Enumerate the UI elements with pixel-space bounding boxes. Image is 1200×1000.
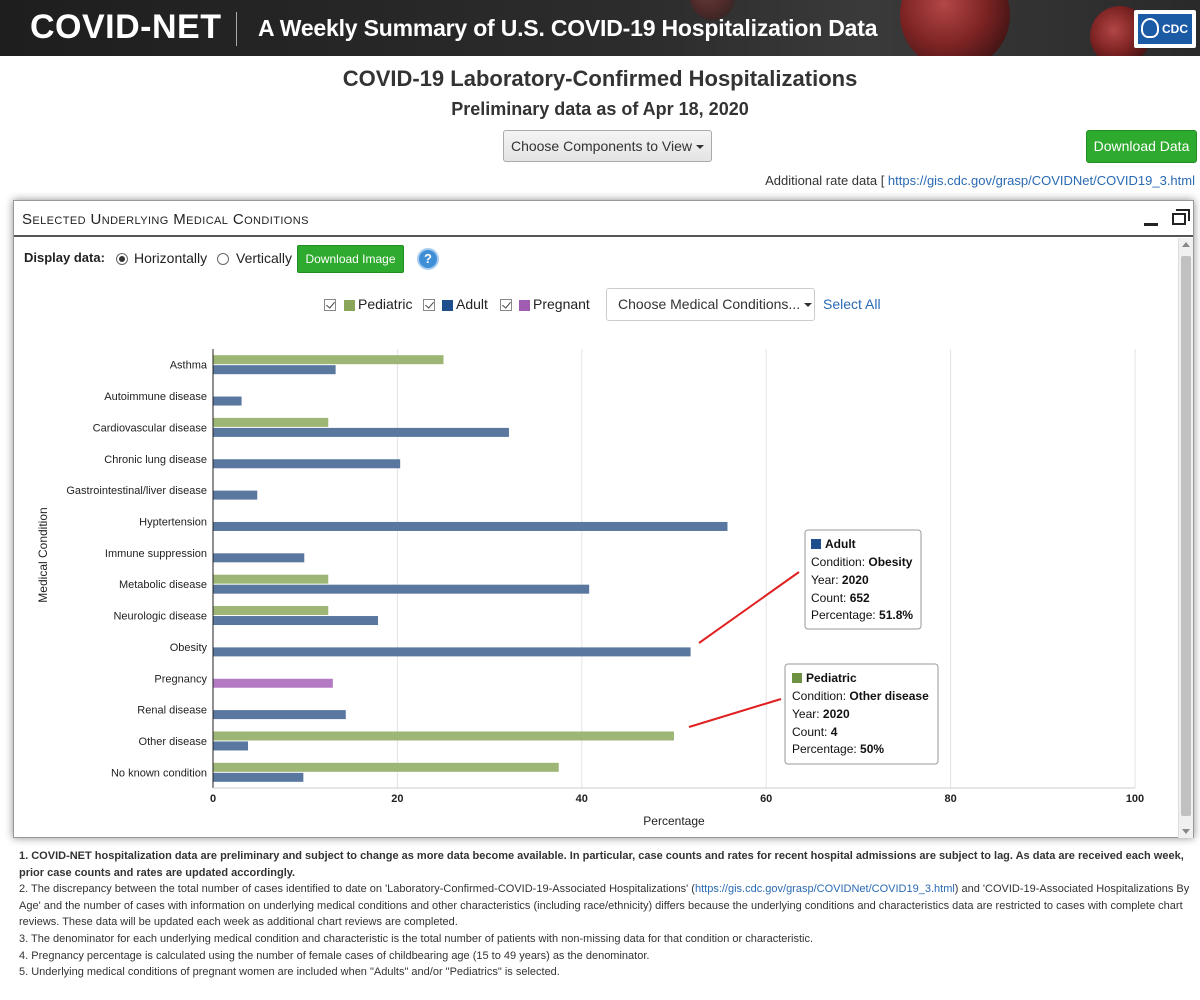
bar-adult[interactable] bbox=[213, 396, 242, 406]
bar-adult[interactable] bbox=[213, 365, 336, 375]
x-tick-labels: 0 20 40 60 80 100 bbox=[210, 793, 1144, 805]
tooltip-count: Count: 652 bbox=[811, 591, 870, 605]
footnote-2-link[interactable]: https://gis.cdc.gov/grasp/COVIDNet/COVID… bbox=[695, 883, 955, 895]
category-label: Neurologic disease bbox=[113, 611, 207, 623]
chart-bars bbox=[213, 355, 728, 782]
bar-adult[interactable] bbox=[213, 616, 379, 626]
bar-adult[interactable] bbox=[213, 427, 509, 437]
bar-pediatric[interactable] bbox=[213, 355, 444, 365]
bar-adult[interactable] bbox=[213, 647, 691, 657]
tooltip-series: Adult bbox=[825, 537, 856, 551]
tooltip-year: Year: 2020 bbox=[792, 707, 850, 721]
bar-adult[interactable] bbox=[213, 553, 305, 563]
bar-adult[interactable] bbox=[213, 772, 304, 782]
bar-pediatric[interactable] bbox=[213, 731, 674, 741]
tooltip-swatch bbox=[811, 539, 821, 549]
footnote-2-text-a: 2. The discrepancy between the total num… bbox=[19, 883, 695, 896]
bar-pregnant[interactable] bbox=[213, 678, 333, 688]
bar-adult[interactable] bbox=[213, 710, 346, 720]
category-label: Other disease bbox=[139, 736, 207, 748]
tooltip-condition: Condition: Other disease bbox=[792, 689, 929, 703]
category-label: Asthma bbox=[170, 360, 208, 372]
x-tick-label: 80 bbox=[944, 793, 956, 805]
tooltip-adult-obesity: Adult Condition: Obesity Year: 2020 Coun… bbox=[804, 529, 922, 630]
bar-adult[interactable] bbox=[213, 490, 258, 500]
bar-pediatric[interactable] bbox=[213, 417, 329, 427]
chart-gridlines bbox=[396, 349, 1136, 788]
bar-adult[interactable] bbox=[213, 741, 249, 751]
tooltip-pointer-pediatric bbox=[688, 698, 782, 728]
category-label: Hyptertension bbox=[139, 516, 207, 528]
category-label: Autoimmune disease bbox=[104, 391, 207, 403]
category-label: Obesity bbox=[170, 642, 208, 654]
tooltip-percentage: Percentage: 50% bbox=[792, 742, 884, 756]
category-label: No known condition bbox=[111, 767, 207, 779]
x-tick-label: 0 bbox=[210, 793, 216, 805]
bar-adult[interactable] bbox=[213, 521, 728, 531]
footnote-2: 2. The discrepancy between the total num… bbox=[19, 881, 1194, 931]
category-labels: Asthma Autoimmune disease Cardiovascular d… bbox=[66, 360, 208, 780]
x-tick-label: 100 bbox=[1126, 793, 1144, 805]
x-tick-label: 60 bbox=[760, 793, 772, 805]
category-label: Metabolic disease bbox=[119, 579, 207, 591]
conditions-bar-chart: Asthma Autoimmune disease Cardiovascular d… bbox=[36, 349, 1144, 828]
bar-pediatric[interactable] bbox=[213, 762, 559, 772]
y-axis-label: Medical Condition bbox=[36, 507, 50, 602]
category-label: Renal disease bbox=[137, 705, 207, 717]
footnote-1: 1. COVID-NET hospitalization data are pr… bbox=[19, 850, 1184, 879]
x-axis-label: Percentage bbox=[643, 814, 705, 828]
tooltip-pediatric-other: Pediatric Condition: Other disease Year:… bbox=[784, 663, 939, 765]
footnote-5: 5. Underlying medical conditions of preg… bbox=[19, 966, 560, 979]
footnote-4: 4. Pregnancy percentage is calculated us… bbox=[19, 949, 650, 962]
category-label: Gastrointestinal/liver disease bbox=[66, 485, 207, 497]
bar-pediatric[interactable] bbox=[213, 606, 329, 616]
category-label: Pregnancy bbox=[154, 673, 207, 685]
tooltip-count: Count: 4 bbox=[792, 725, 838, 739]
tooltip-year: Year: 2020 bbox=[811, 573, 869, 587]
x-tick-label: 20 bbox=[391, 793, 403, 805]
category-label: Cardiovascular disease bbox=[93, 422, 207, 434]
x-tick-label: 40 bbox=[576, 793, 588, 805]
bar-adult[interactable] bbox=[213, 459, 401, 469]
tooltip-swatch bbox=[792, 673, 802, 683]
bar-pediatric[interactable] bbox=[213, 574, 329, 584]
footnotes: 1. COVID-NET hospitalization data are pr… bbox=[19, 848, 1194, 981]
category-label: Immune suppression bbox=[105, 548, 207, 560]
footnote-3: 3. The denominator for each underlying m… bbox=[19, 932, 814, 945]
tooltip-pointer-adult bbox=[698, 571, 800, 644]
tooltip-condition: Condition: Obesity bbox=[811, 555, 913, 569]
tooltip-percentage: Percentage: 51.8% bbox=[811, 608, 913, 622]
bar-adult[interactable] bbox=[213, 584, 590, 594]
tooltip-series: Pediatric bbox=[806, 671, 857, 685]
category-label: Chronic lung disease bbox=[104, 454, 207, 466]
